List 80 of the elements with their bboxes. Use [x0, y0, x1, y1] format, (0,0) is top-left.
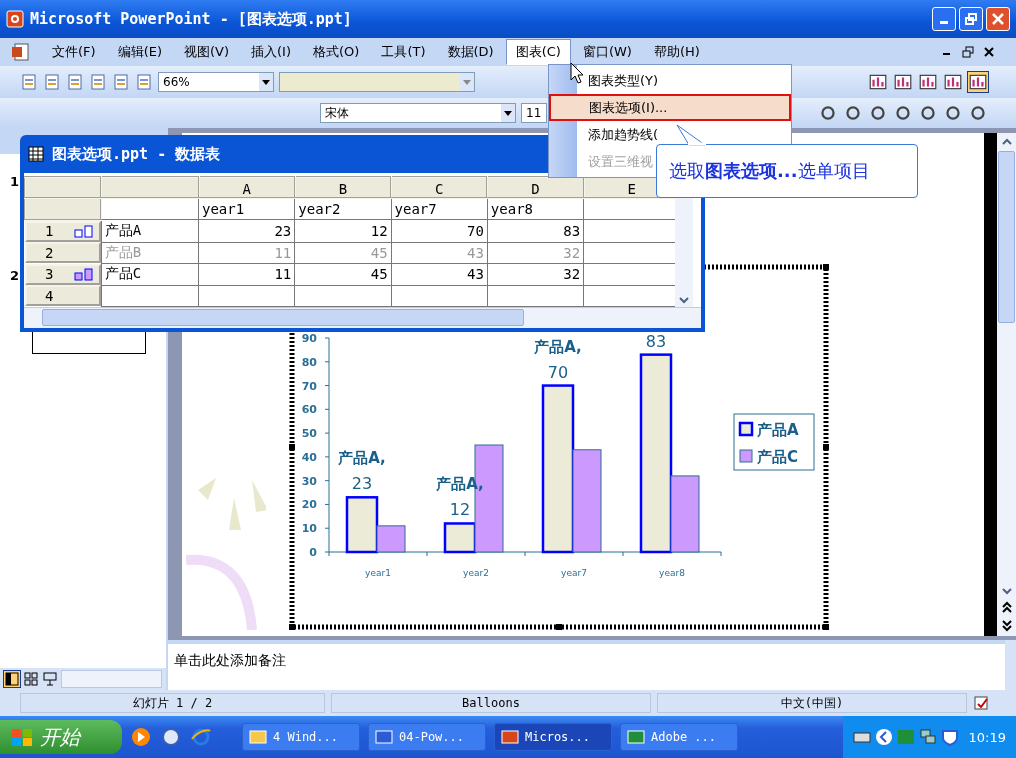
menu-item[interactable]: 图表类型(Y) [549, 67, 791, 94]
axis-tick-label: 0 [309, 546, 317, 559]
table-cell: 83 [487, 219, 584, 243]
axis-category-label: year1 [365, 568, 391, 578]
axis-category-label: year7 [561, 568, 587, 578]
axis-category-label: year2 [463, 568, 489, 578]
status-field: 中文(中国) [657, 693, 967, 713]
table-cell: 23 [198, 219, 295, 243]
column-header[interactable]: D [487, 177, 584, 199]
data-label: 产品A, [338, 449, 386, 468]
axis-tick-label: 90 [301, 332, 317, 345]
data-label: 12 [449, 500, 471, 520]
taskbar-button[interactable]: Adobe ... [620, 723, 738, 751]
menu-item[interactable]: 视图(V) [174, 39, 240, 65]
data-label: 70 [547, 362, 569, 382]
clock: 10:19 [968, 729, 1006, 745]
column-header[interactable]: B [294, 177, 392, 199]
table-cell: 12 [294, 219, 392, 243]
axis-tick-label: 10 [301, 522, 317, 536]
legend-label: 产品A [757, 421, 799, 439]
table-cell: 11 [198, 242, 295, 264]
axis-tick-label: 20 [301, 498, 317, 512]
menu-item[interactable]: 工具(T) [371, 39, 436, 65]
taskbar-button[interactable]: 04-Pow... [368, 723, 486, 751]
column-header[interactable]: C [391, 177, 488, 199]
menu-item[interactable]: 编辑(E) [107, 39, 172, 65]
table-cell: year8 [487, 198, 584, 220]
menu-item[interactable]: 文件(F) [42, 39, 106, 65]
axis-category-label: year8 [659, 568, 685, 578]
taskbar-button[interactable]: Micros... [494, 723, 612, 751]
zoom-combo[interactable]: 66% [158, 72, 274, 92]
table-cell: 产品A [101, 219, 199, 243]
column-header[interactable]: A [198, 177, 295, 199]
datasheet-title: 图表选项.ppt - 数据表 [52, 144, 221, 164]
axis-tick-label: 60 [301, 403, 317, 417]
data-label: 23 [351, 474, 373, 494]
window-title: Microsoft PowerPoint - [图表选项.ppt] [30, 9, 353, 29]
table-cell: 32 [487, 242, 584, 264]
row-header[interactable]: 2 [25, 242, 101, 264]
data-label: 产品A, [436, 475, 484, 494]
table-cell: 43 [391, 263, 488, 286]
data-label: 83 [645, 331, 667, 351]
menu-item[interactable]: 图表选项(I)... [549, 94, 791, 121]
menu-item[interactable]: 图表(C) [505, 39, 571, 65]
row-header[interactable]: 3 [25, 263, 101, 285]
status-field: 幻灯片 1 / 2 [20, 693, 325, 713]
table-cell: 70 [391, 219, 488, 243]
table-cell: 产品C [101, 263, 199, 286]
axis-tick-label: 40 [301, 450, 317, 464]
axis-tick-label: 50 [301, 427, 317, 441]
slide-number: 2 [10, 268, 21, 283]
menu-item[interactable]: 格式(O) [303, 39, 370, 65]
table-cell: 11 [198, 263, 295, 286]
axis-tick-label: 80 [301, 355, 317, 369]
menu-item[interactable]: 数据(D) [437, 39, 504, 65]
notes-field[interactable]: 单击此处添加备注 [168, 640, 1005, 690]
table-cell: 产品B [101, 242, 199, 264]
font-size-combo[interactable]: 11 [521, 103, 547, 123]
table-cell: year1 [198, 198, 295, 220]
notes-placeholder: 单击此处添加备注 [174, 652, 286, 668]
table-cell: year2 [294, 198, 392, 220]
row-header[interactable]: 1 [25, 220, 101, 242]
table-cell: year7 [391, 198, 488, 220]
slide-number: 1 [10, 174, 21, 189]
table-cell: 43 [391, 242, 488, 264]
menu-item[interactable]: 插入(I) [241, 39, 301, 65]
status-field: Balloons [331, 693, 651, 713]
table-cell: 32 [487, 263, 584, 286]
row-header[interactable]: 4 [25, 285, 101, 307]
menu-item[interactable]: 添加趋势线( [549, 121, 791, 148]
data-label: 产品A, [534, 337, 582, 356]
font-combo[interactable]: 宋体 [320, 103, 516, 123]
table-cell: 45 [294, 242, 392, 264]
menu-item[interactable]: 窗口(W) [572, 39, 642, 65]
axis-tick-label: 30 [301, 474, 317, 488]
table-cell: 45 [294, 263, 392, 286]
legend-label: 产品C [757, 448, 798, 466]
taskbar-button[interactable]: 4 Wind... [242, 723, 360, 751]
axis-tick-label: 70 [301, 379, 317, 393]
menu-item[interactable]: 帮助(H) [643, 39, 710, 65]
